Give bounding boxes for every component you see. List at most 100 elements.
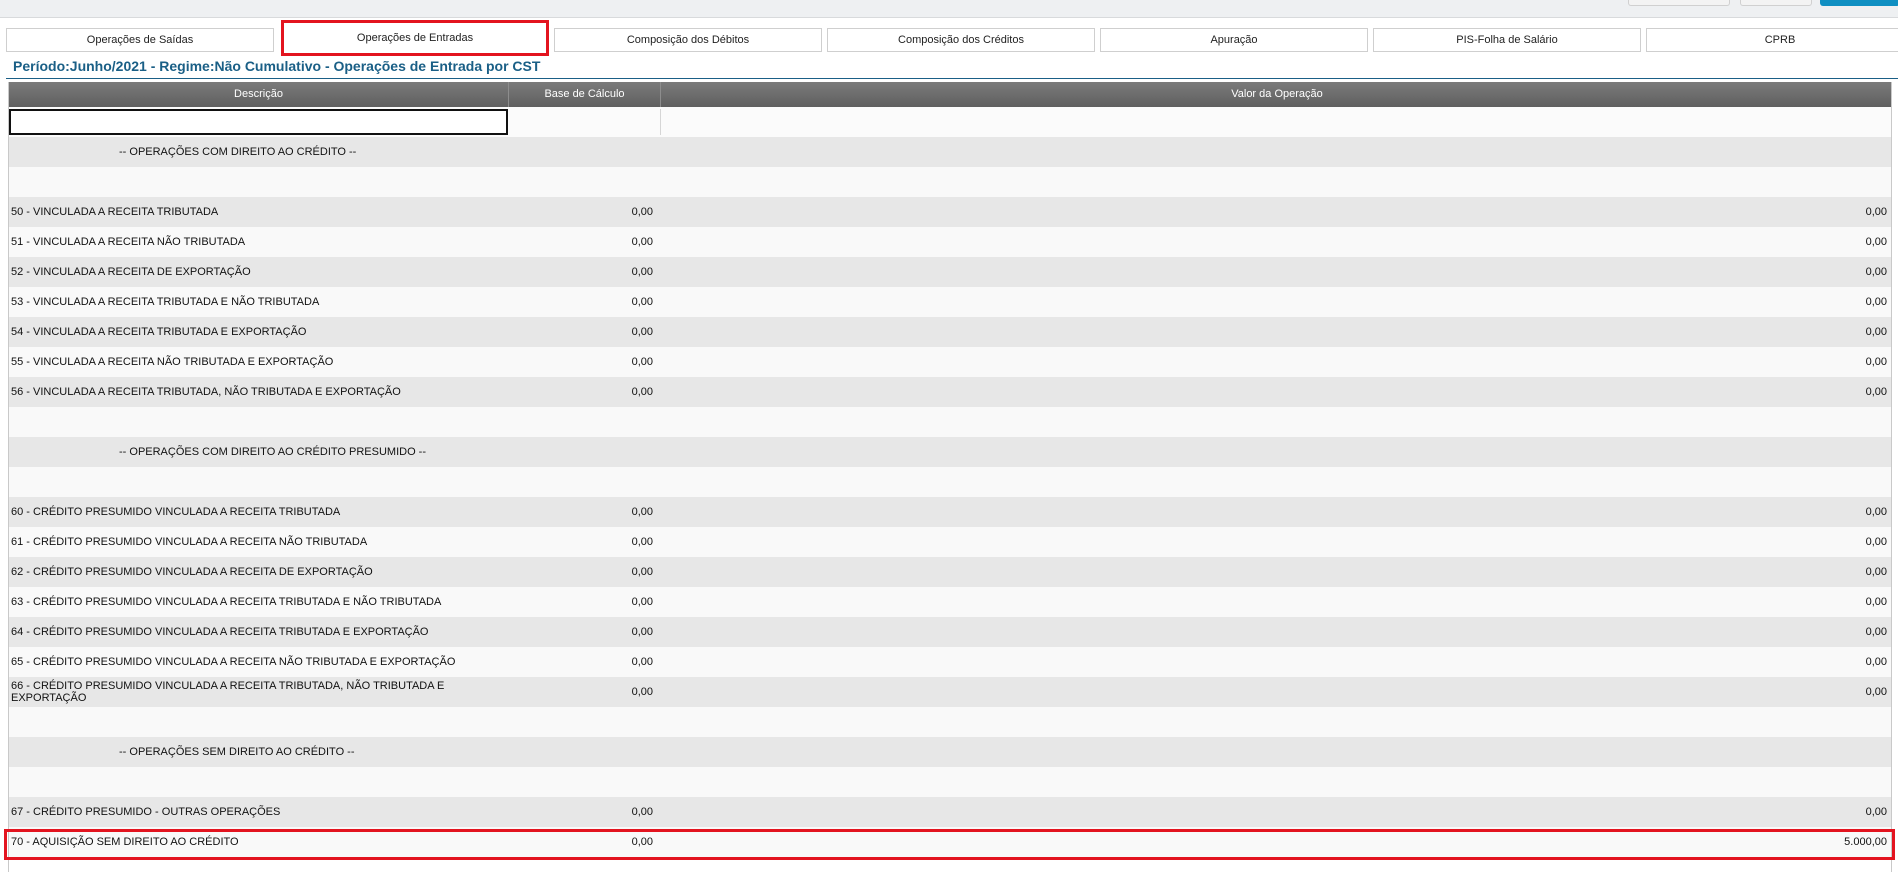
row-valor-operacao: 0,00 bbox=[1865, 806, 1887, 818]
column-header-base-calculo[interactable]: Base de Cálculo bbox=[509, 82, 661, 107]
blank-row bbox=[9, 707, 1891, 737]
column-header-descricao[interactable]: Descrição bbox=[9, 82, 509, 107]
section-label: -- OPERAÇÕES COM DIREITO AO CRÉDITO PRES… bbox=[119, 446, 427, 458]
row-valor-operacao bbox=[661, 707, 1891, 737]
table-row[interactable]: 50 - VINCULADA A RECEITA TRIBUTADA 0,00 0,… bbox=[9, 197, 1891, 227]
row-base-calculo bbox=[509, 767, 657, 797]
table-row[interactable]: 53 - VINCULADA A RECEITA TRIBUTADA E NÃO… bbox=[9, 287, 1891, 317]
row-base-calculo: 0,00 bbox=[631, 626, 653, 638]
period-title: Período:Junho/2021 - Regime:Não Cumulati… bbox=[13, 58, 541, 74]
section-row: -- OPERAÇÕES SEM DIREITO AO CRÉDITO -- bbox=[9, 737, 1891, 767]
table-row[interactable]: 70 - AQUISIÇÃO SEM DIREITO AO CRÉDITO 0,0… bbox=[9, 827, 1891, 857]
section-row: -- OPERAÇÕES COM DIREITO AO CRÉDITO PRES… bbox=[9, 437, 1891, 467]
row-base-calculo: 0,00 bbox=[631, 506, 653, 518]
table-row[interactable]: 61 - CRÉDITO PRESUMIDO VINCULADA A RECEI… bbox=[9, 527, 1891, 557]
row-descricao bbox=[11, 467, 461, 497]
table-row[interactable]: 64 - CRÉDITO PRESUMIDO VINCULADA A RECEI… bbox=[9, 617, 1891, 647]
section-label: -- OPERAÇÕES COM DIREITO AO CRÉDITO -- bbox=[119, 146, 357, 158]
table-row[interactable]: 52 - VINCULADA A RECEITA DE EXPORTAÇÃO 0,… bbox=[9, 257, 1891, 287]
row-base-calculo: 0,00 bbox=[631, 386, 653, 398]
row-base-calculo: 0,00 bbox=[631, 236, 653, 248]
row-valor-operacao bbox=[661, 467, 1891, 497]
tab-composicao-creditos[interactable]: Composição dos Créditos bbox=[827, 28, 1095, 52]
row-valor-operacao: 0,00 bbox=[1865, 296, 1887, 308]
row-descricao: 55 - VINCULADA A RECEITA NÃO TRIBUTADA E… bbox=[11, 356, 334, 368]
row-base-calculo: 0,00 bbox=[631, 656, 653, 668]
row-valor-operacao bbox=[661, 437, 1891, 467]
tab-cprb[interactable]: CPRB bbox=[1646, 28, 1898, 52]
row-valor-operacao: 0,00 bbox=[1865, 566, 1887, 578]
table-row[interactable]: 67 - CRÉDITO PRESUMIDO - OUTRAS OPERAÇÕE… bbox=[9, 797, 1891, 827]
table-row[interactable]: 62 - CRÉDITO PRESUMIDO VINCULADA A RECEI… bbox=[9, 557, 1891, 587]
row-descricao: 64 - CRÉDITO PRESUMIDO VINCULADA A RECEI… bbox=[11, 626, 429, 638]
row-base-calculo: 0,00 bbox=[631, 536, 653, 548]
table-row[interactable]: 56 - VINCULADA A RECEITA TRIBUTADA, NÃO … bbox=[9, 377, 1891, 407]
row-base-calculo bbox=[509, 467, 657, 497]
toolbar-button[interactable] bbox=[1740, 0, 1812, 6]
toolbar-button[interactable] bbox=[1628, 0, 1730, 6]
row-valor-operacao bbox=[661, 167, 1891, 197]
section-row: -- OPERAÇÕES COM DIREITO AO CRÉDITO -- bbox=[9, 137, 1891, 167]
row-valor-operacao: 0,00 bbox=[1865, 236, 1887, 248]
tab-bar: Operações de Saídas Operações de Entrada… bbox=[6, 20, 1898, 56]
row-descricao: 65 - CRÉDITO PRESUMIDO VINCULADA A RECEI… bbox=[11, 656, 456, 668]
row-base-calculo bbox=[509, 737, 657, 767]
row-base-calculo bbox=[509, 707, 657, 737]
tab-operacoes-entradas[interactable]: Operações de Entradas bbox=[281, 20, 549, 56]
table-row[interactable]: 55 - VINCULADA A RECEITA NÃO TRIBUTADA E… bbox=[9, 347, 1891, 377]
row-base-calculo bbox=[509, 167, 657, 197]
table-row[interactable]: 54 - VINCULADA A RECEITA TRIBUTADA E EXP… bbox=[9, 317, 1891, 347]
blank-row bbox=[9, 407, 1891, 437]
row-descricao: 51 - VINCULADA A RECEITA NÃO TRIBUTADA bbox=[11, 236, 246, 248]
row-valor-operacao bbox=[661, 137, 1891, 167]
blank-row bbox=[9, 467, 1891, 497]
table-row[interactable]: 63 - CRÉDITO PRESUMIDO VINCULADA A RECEI… bbox=[9, 587, 1891, 617]
row-descricao: 53 - VINCULADA A RECEITA TRIBUTADA E NÃO… bbox=[11, 296, 320, 308]
row-base-calculo: 0,00 bbox=[631, 596, 653, 608]
tab-composicao-debitos[interactable]: Composição dos Débitos bbox=[554, 28, 822, 52]
row-valor-operacao: 0,00 bbox=[1865, 356, 1887, 368]
row-base-calculo: 0,00 bbox=[631, 296, 653, 308]
tab-pis-folha-salario[interactable]: PIS-Folha de Salário bbox=[1373, 28, 1641, 52]
row-base-calculo bbox=[509, 437, 657, 467]
row-base-calculo: 0,00 bbox=[631, 806, 653, 818]
column-separator bbox=[660, 109, 661, 135]
row-descricao: 66 - CRÉDITO PRESUMIDO VINCULADA A RECEI… bbox=[11, 680, 445, 704]
row-descricao: 50 - VINCULADA A RECEITA TRIBUTADA bbox=[11, 206, 219, 218]
table-row[interactable]: 65 - CRÉDITO PRESUMIDO VINCULADA A RECEI… bbox=[9, 647, 1891, 677]
tab-apuracao[interactable]: Apuração bbox=[1100, 28, 1368, 52]
table-row[interactable]: 60 - CRÉDITO PRESUMIDO VINCULADA A RECEI… bbox=[9, 497, 1891, 527]
row-base-calculo bbox=[509, 137, 657, 167]
row-base-calculo: 0,00 bbox=[631, 686, 653, 698]
row-valor-operacao: 0,00 bbox=[1865, 386, 1887, 398]
row-descricao: 70 - AQUISIÇÃO SEM DIREITO AO CRÉDITO bbox=[11, 836, 239, 848]
row-valor-operacao: 0,00 bbox=[1865, 506, 1887, 518]
row-base-calculo: 0,00 bbox=[631, 566, 653, 578]
row-descricao: 67 - CRÉDITO PRESUMIDO - OUTRAS OPERAÇÕE… bbox=[11, 806, 281, 818]
filter-row bbox=[9, 107, 1891, 137]
cst-table: Descrição Base de Cálculo Valor da Opera… bbox=[8, 82, 1892, 872]
toolbar-primary-button[interactable] bbox=[1820, 0, 1898, 6]
row-valor-operacao: 0,00 bbox=[1865, 266, 1887, 278]
row-descricao: 63 - CRÉDITO PRESUMIDO VINCULADA A RECEI… bbox=[11, 596, 442, 608]
tab-operacoes-saidas[interactable]: Operações de Saídas bbox=[6, 28, 274, 52]
row-descricao: 52 - VINCULADA A RECEITA DE EXPORTAÇÃO bbox=[11, 266, 251, 278]
row-base-calculo: 0,00 bbox=[631, 206, 653, 218]
row-valor-operacao bbox=[661, 737, 1891, 767]
row-valor-operacao: 0,00 bbox=[1865, 686, 1887, 698]
row-valor-operacao: 0,00 bbox=[1865, 536, 1887, 548]
descricao-filter-input[interactable] bbox=[9, 109, 508, 135]
row-valor-operacao: 0,00 bbox=[1865, 596, 1887, 608]
column-header-valor-operacao[interactable]: Valor da Operação bbox=[661, 82, 1891, 107]
row-descricao: 61 - CRÉDITO PRESUMIDO VINCULADA A RECEI… bbox=[11, 536, 368, 548]
table-row[interactable]: 66 - CRÉDITO PRESUMIDO VINCULADA A RECEI… bbox=[9, 677, 1891, 707]
row-valor-operacao: 0,00 bbox=[1865, 326, 1887, 338]
row-descricao: 62 - CRÉDITO PRESUMIDO VINCULADA A RECEI… bbox=[11, 566, 373, 578]
row-base-calculo bbox=[509, 407, 657, 437]
row-valor-operacao bbox=[661, 767, 1891, 797]
table-row[interactable]: 51 - VINCULADA A RECEITA NÃO TRIBUTADA 0,… bbox=[9, 227, 1891, 257]
table-body: -- OPERAÇÕES COM DIREITO AO CRÉDITO -- 50… bbox=[9, 137, 1891, 857]
row-descricao: 60 - CRÉDITO PRESUMIDO VINCULADA A RECEI… bbox=[11, 506, 341, 518]
row-base-calculo: 0,00 bbox=[631, 326, 653, 338]
top-toolbar bbox=[0, 0, 1898, 18]
